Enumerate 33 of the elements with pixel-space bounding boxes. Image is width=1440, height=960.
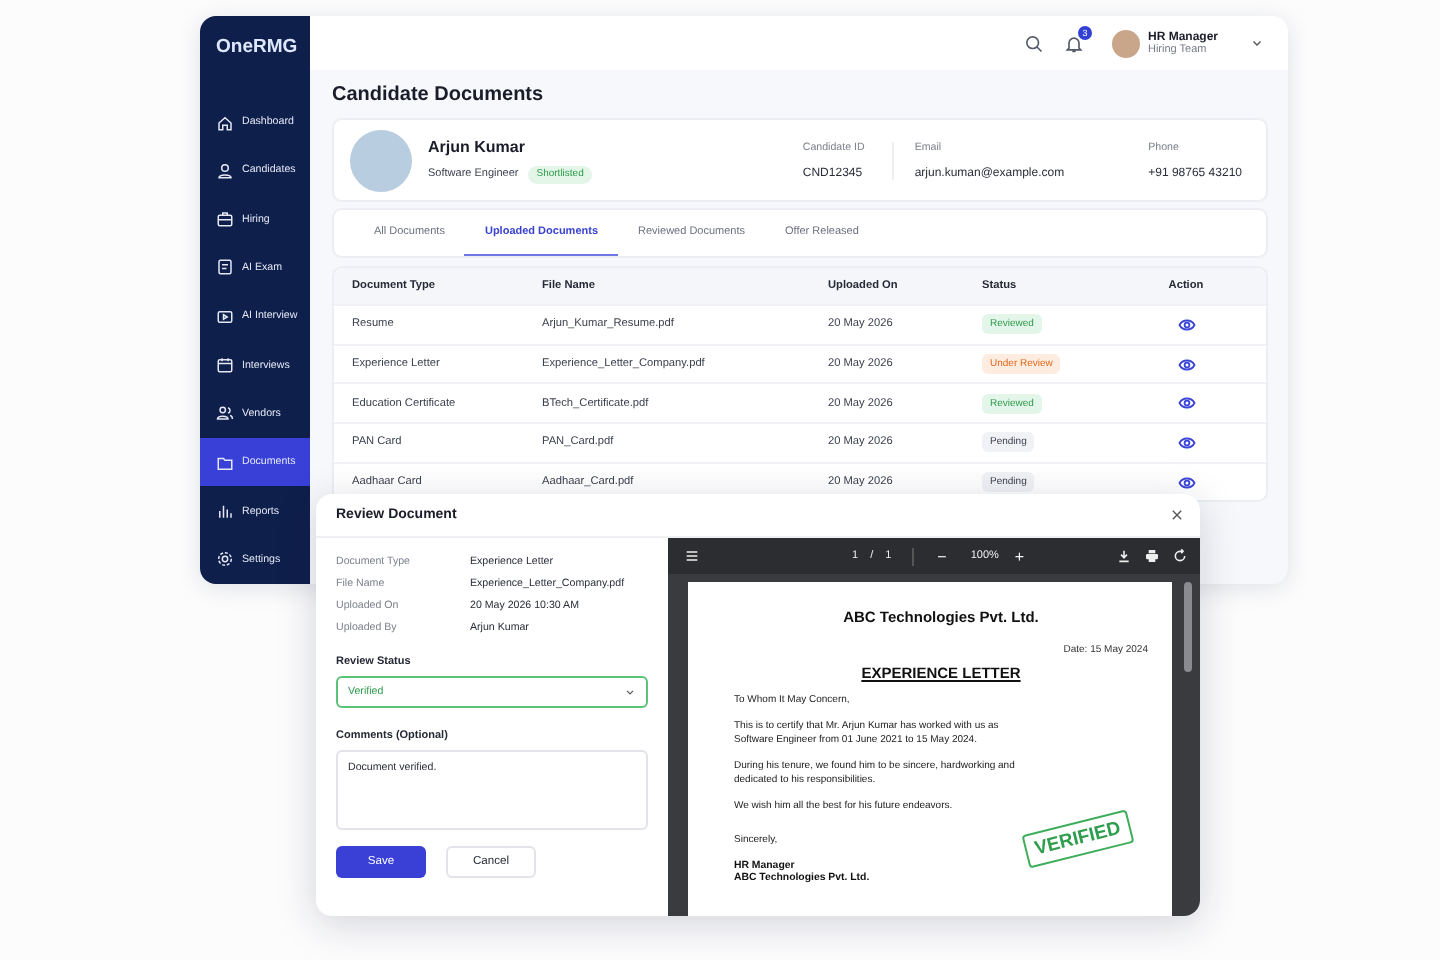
user-avatar — [1111, 29, 1140, 57]
menu-icon[interactable] — [684, 548, 700, 564]
logo: OneRMG — [214, 36, 300, 62]
rotate-icon[interactable] — [1172, 548, 1188, 564]
scrollbar — [1184, 582, 1192, 672]
person-icon — [216, 161, 234, 180]
zoom-out-button[interactable]: − — [933, 547, 951, 565]
home-icon — [216, 113, 234, 132]
eye-icon[interactable] — [1177, 355, 1195, 374]
document-icon — [216, 258, 234, 277]
calendar-icon — [216, 356, 234, 375]
eye-icon[interactable] — [1177, 315, 1195, 334]
eye-icon[interactable] — [1177, 473, 1195, 492]
eye-icon[interactable] — [1177, 394, 1195, 413]
search-icon[interactable] — [1023, 33, 1044, 53]
candidate-avatar — [350, 129, 412, 191]
verified-stamp: VERIFIED — [1021, 809, 1135, 869]
chevron-down-icon[interactable] — [624, 686, 636, 698]
notification-bell-icon[interactable] — [1063, 33, 1084, 53]
zoom-in-button[interactable]: + — [1010, 547, 1029, 565]
eye-icon[interactable] — [1177, 433, 1195, 452]
printer-icon[interactable] — [1144, 548, 1160, 564]
candidate-name: Arjun Kumar — [428, 137, 527, 155]
close-icon[interactable] — [1170, 508, 1184, 522]
folder-icon — [216, 453, 234, 472]
bar-chart-icon — [216, 502, 234, 521]
page-title: Candidate Documents — [332, 84, 546, 106]
download-icon[interactable] — [1116, 548, 1132, 564]
settings-icon — [216, 550, 234, 569]
briefcase-icon — [216, 210, 234, 229]
chevron-down-icon[interactable] — [1250, 36, 1264, 50]
video-icon — [216, 307, 234, 326]
people-icon — [216, 404, 234, 423]
